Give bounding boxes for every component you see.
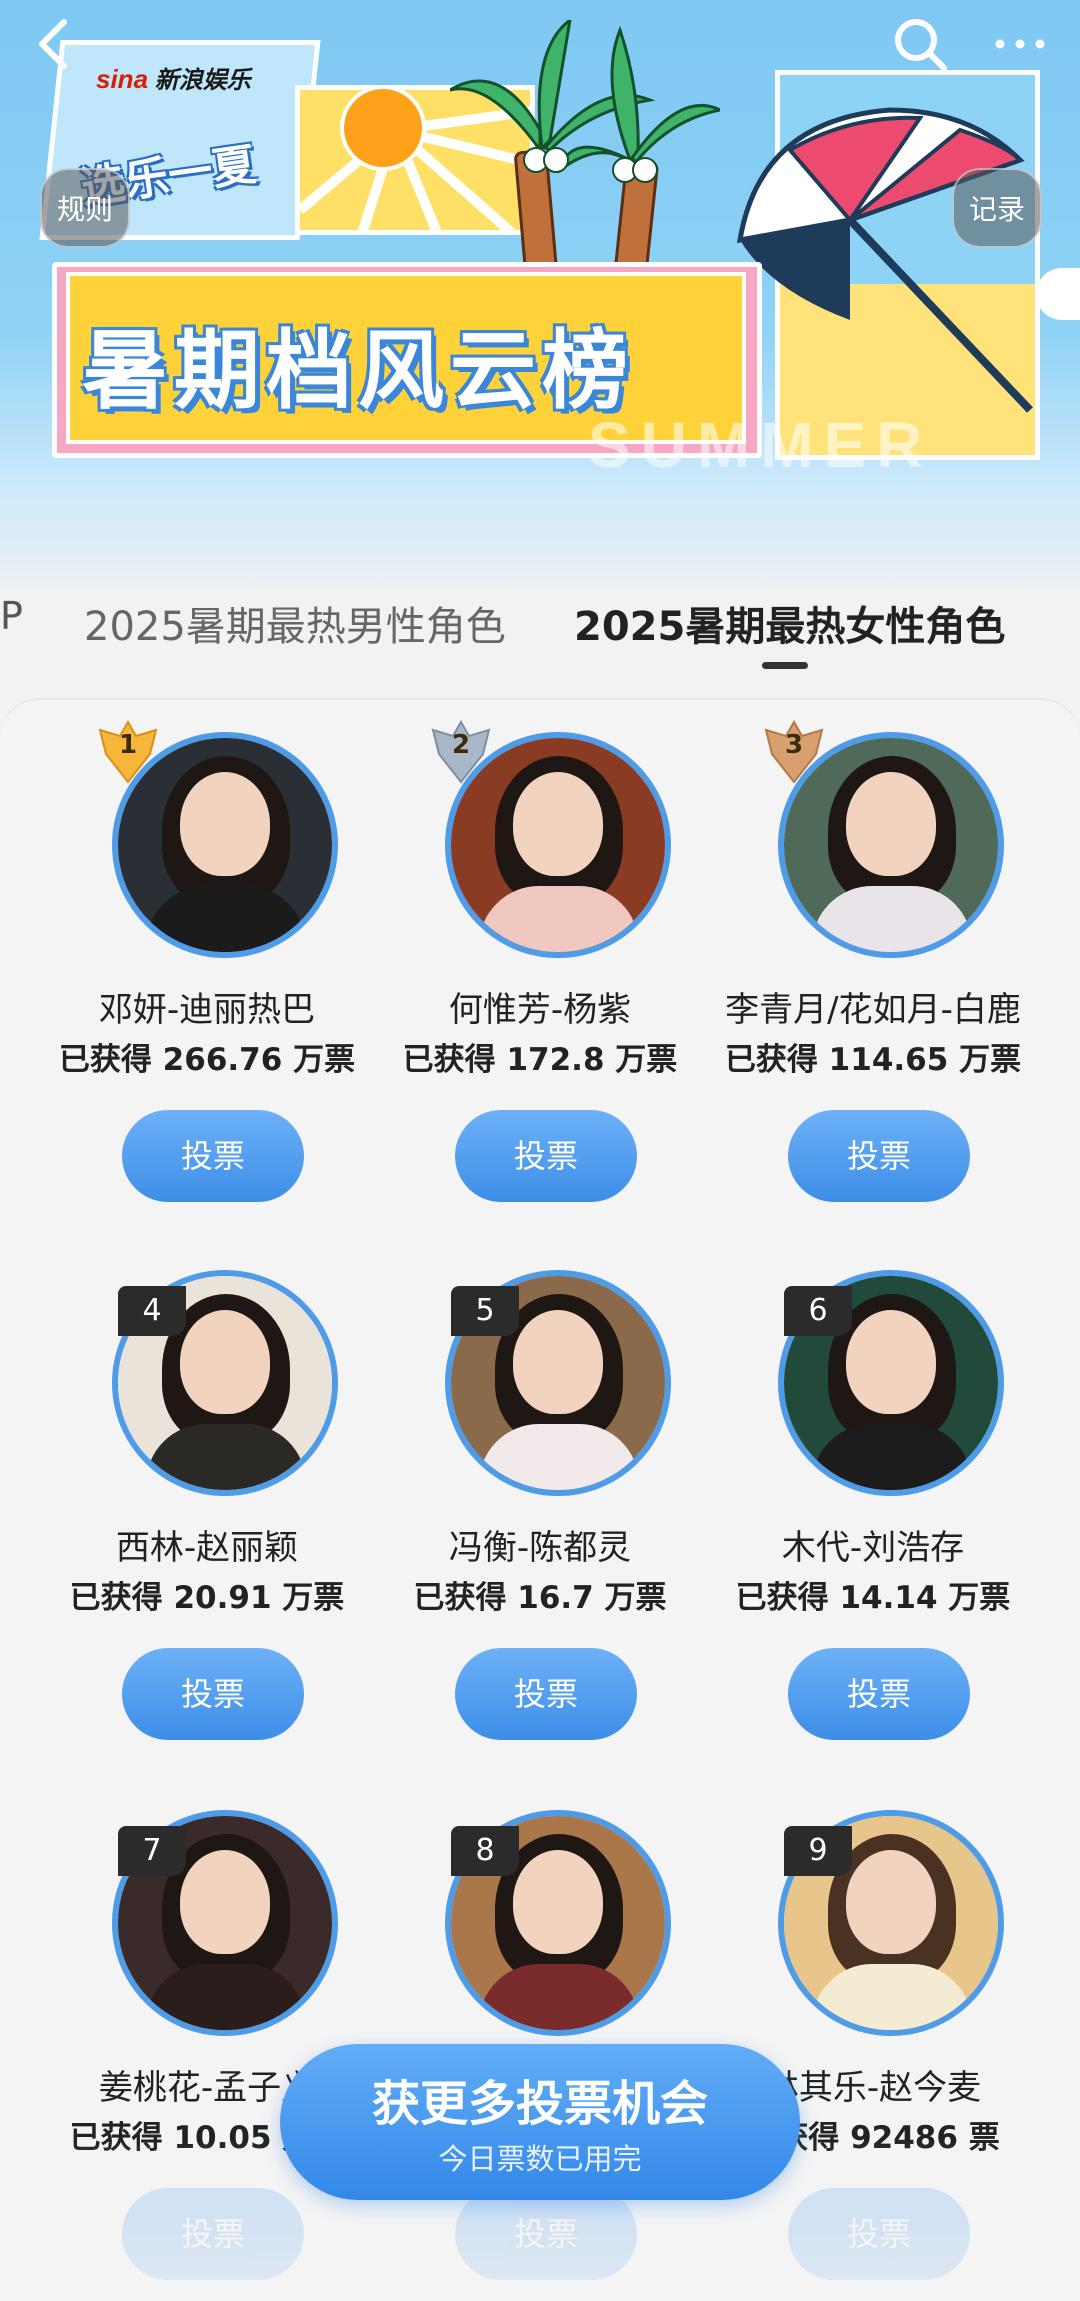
brand-logo: sina 新浪娱乐 bbox=[96, 64, 251, 94]
palm-leaves bbox=[450, 20, 720, 183]
back-arrow-icon[interactable] bbox=[30, 14, 90, 74]
rank-badge: 7 bbox=[118, 1826, 186, 1876]
vote-button[interactable]: 投票 bbox=[455, 1648, 637, 1740]
character-name: 木代-刘浩存 bbox=[781, 1528, 965, 1568]
character-name: 西林-赵丽颖 bbox=[115, 1528, 299, 1568]
vote-button[interactable]: 投票 bbox=[455, 1110, 637, 1202]
gold-medal-icon: 1 bbox=[94, 719, 162, 786]
tab-partial[interactable]: P bbox=[0, 594, 23, 638]
character-name: 冯衡-陈都灵 bbox=[448, 1528, 632, 1568]
list-item: 1 邓妍-迪丽热巴 已获得 266.76 万票 投票 bbox=[42, 719, 372, 1252]
vote-count: 已获得 114.65 万票 bbox=[724, 1042, 1022, 1078]
umbrella-illustration bbox=[736, 107, 1033, 413]
silver-medal-icon: 2 bbox=[427, 719, 495, 786]
more-icon[interactable] bbox=[990, 14, 1050, 74]
vote-count: 已获得 14.14 万票 bbox=[735, 1580, 1011, 1616]
tab-male-roles[interactable]: 2025暑期最热男性角色 bbox=[84, 594, 506, 652]
character-name: 邓妍-迪丽热巴 bbox=[98, 990, 316, 1030]
rules-button[interactable]: 规则 bbox=[40, 168, 130, 248]
page-title: 暑期档风云榜 bbox=[82, 321, 634, 421]
active-tab-indicator bbox=[762, 662, 808, 669]
list-item: 6 木代-刘浩存 已获得 14.14 万票 投票 bbox=[708, 1270, 1038, 1790]
search-icon[interactable] bbox=[890, 14, 950, 74]
rank-badge: 5 bbox=[451, 1286, 519, 1336]
rank-badge: 6 bbox=[784, 1286, 852, 1336]
vote-count: 已获得 172.8 万票 bbox=[402, 1042, 678, 1078]
records-button[interactable]: 记录 bbox=[952, 168, 1042, 248]
rank-badge: 8 bbox=[451, 1826, 519, 1876]
cta-title: 获更多投票机会 bbox=[371, 2076, 708, 2132]
list-item: 3 李青月/花如月-白鹿 已获得 114.65 万票 投票 bbox=[708, 719, 1038, 1252]
vote-button[interactable]: 投票 bbox=[788, 1110, 970, 1202]
list-item: 2 何惟芳-杨紫 已获得 172.8 万票 投票 bbox=[375, 719, 705, 1252]
cta-subtitle: 今日票数已用完 bbox=[438, 2142, 642, 2176]
vote-count: 已获得 20.91 万票 bbox=[69, 1580, 345, 1616]
banner: sina 新浪娱乐 选乐一夏 暑期档风云榜 SUMMER 规则 记录 bbox=[0, 0, 1080, 600]
category-tabs: P 2025暑期最热男性角色 2025暑期最热女性角色 bbox=[0, 580, 1080, 680]
sun-illustration bbox=[340, 85, 426, 171]
bronze-medal-icon: 3 bbox=[760, 719, 828, 786]
rank-badge: 9 bbox=[784, 1826, 852, 1876]
character-name: 李青月/花如月-白鹿 bbox=[725, 990, 1021, 1030]
list-item: 5 冯衡-陈都灵 已获得 16.7 万票 投票 bbox=[375, 1270, 705, 1790]
get-more-votes-button[interactable]: 获更多投票机会 今日票数已用完 bbox=[280, 2044, 800, 2200]
vote-count: 已获得 16.7 万票 bbox=[413, 1580, 667, 1616]
tab-female-roles[interactable]: 2025暑期最热女性角色 bbox=[574, 594, 1005, 652]
vote-button[interactable]: 投票 bbox=[122, 1110, 304, 1202]
character-name: 何惟芳-杨紫 bbox=[448, 990, 632, 1030]
vote-button[interactable]: 投票 bbox=[122, 1648, 304, 1740]
list-item: 4 西林-赵丽颖 已获得 20.91 万票 投票 bbox=[42, 1270, 372, 1790]
vote-button[interactable]: 投票 bbox=[788, 1648, 970, 1740]
side-tab[interactable] bbox=[1036, 268, 1080, 320]
rank-badge: 4 bbox=[118, 1286, 186, 1336]
summer-watermark: SUMMER bbox=[588, 409, 933, 481]
vote-count: 已获得 266.76 万票 bbox=[58, 1042, 356, 1078]
